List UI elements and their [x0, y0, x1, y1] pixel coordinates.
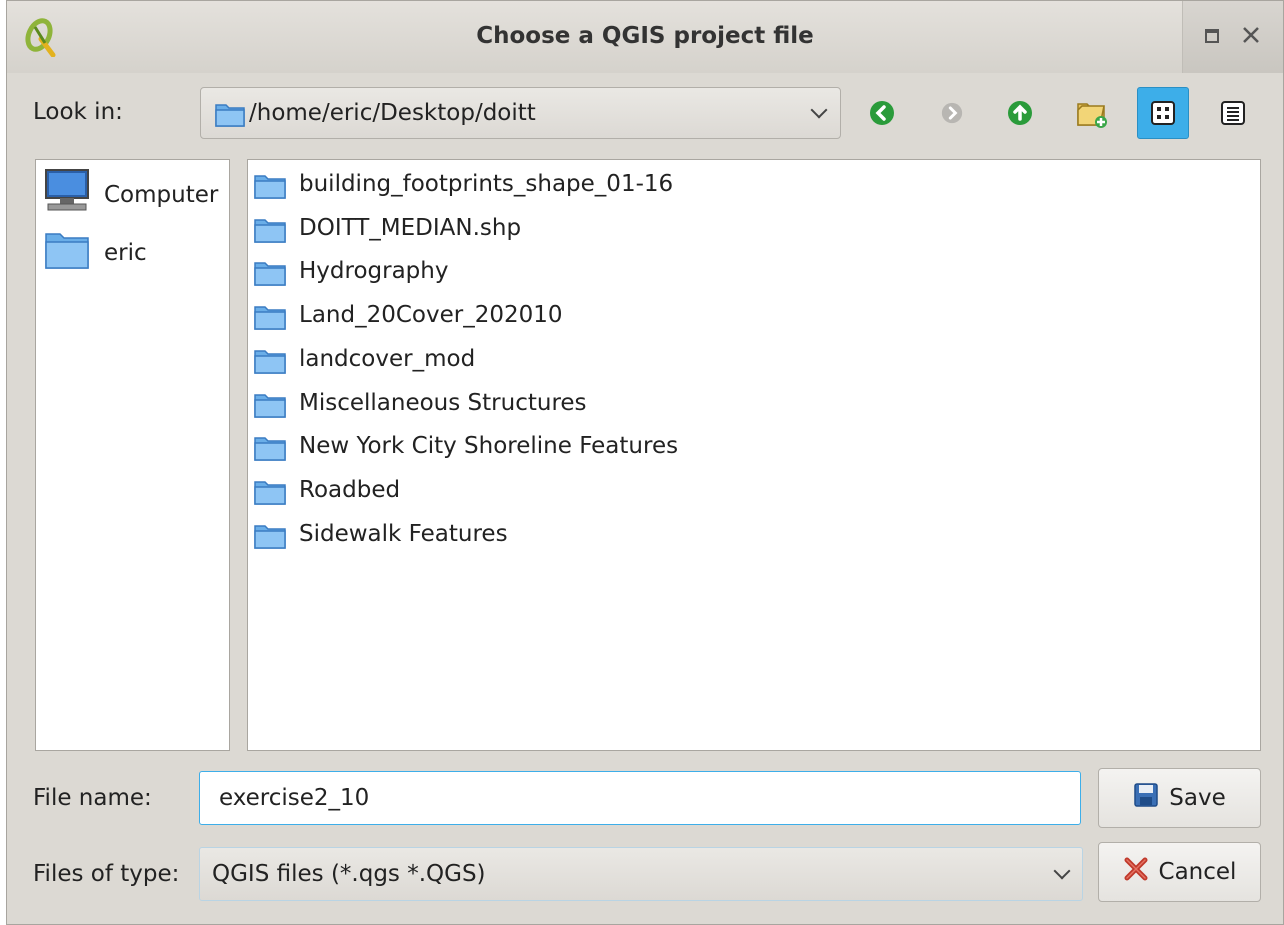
file-list-item[interactable]: Sidewalk Features [254, 515, 1154, 555]
folder-icon [254, 479, 286, 511]
computer-icon [44, 168, 90, 220]
folder-icon [254, 392, 286, 424]
cancel-button[interactable]: Cancel [1098, 842, 1261, 902]
folder-icon [254, 217, 286, 249]
file-type-selected: QGIS files (*.qgs *.QGS) [212, 861, 486, 887]
file-list-item[interactable]: Miscellaneous Structures [254, 384, 1154, 424]
sidebar-item-eric[interactable]: eric [42, 224, 222, 278]
folder-icon [215, 101, 245, 133]
sidebar-item-label: eric [104, 240, 147, 266]
file-name: Sidewalk Features [299, 520, 508, 547]
file-list-item[interactable]: DOITT_MEDIAN.shp [254, 209, 1154, 249]
file-list-item[interactable]: New York City Shoreline Features [254, 427, 1154, 467]
forward-button[interactable] [926, 87, 978, 139]
file-list-item[interactable]: Hydrography [254, 252, 1154, 292]
icon-view-button[interactable] [1137, 87, 1189, 139]
close-icon[interactable] [1241, 23, 1261, 51]
arrow-left-icon [870, 101, 894, 125]
file-name: Roadbed [299, 476, 401, 503]
look-in-path: /home/eric/Desktop/doitt [249, 100, 536, 126]
file-name-label: File name: [33, 785, 152, 811]
save-button[interactable]: Save [1098, 768, 1261, 828]
folder-icon [254, 435, 286, 467]
file-name: Land_20Cover_202010 [299, 302, 563, 329]
cancel-icon [1123, 856, 1149, 888]
window-title: Choose a QGIS project file [476, 23, 814, 49]
file-type-label: Files of type: [33, 861, 180, 887]
save-button-label: Save [1169, 785, 1226, 811]
file-list-item[interactable]: Roadbed [254, 471, 1154, 511]
chevron-down-icon [1053, 862, 1071, 880]
file-list-item[interactable]: building_footprints_shape_01-16 [254, 165, 1154, 205]
look-in-combo[interactable]: /home/eric/Desktop/doitt [200, 87, 841, 139]
chevron-down-icon [810, 101, 828, 119]
file-dialog: Choose a QGIS project file Look in: /hom… [6, 0, 1284, 925]
new-folder-button[interactable] [1066, 87, 1118, 139]
folder-icon [254, 304, 286, 336]
folder-icon [44, 228, 90, 276]
file-list-item[interactable]: landcover_mod [254, 340, 1154, 380]
maximize-icon[interactable] [1203, 23, 1221, 51]
new-folder-icon [1077, 103, 1107, 128]
folder-icon [254, 173, 286, 205]
file-name-input[interactable] [199, 771, 1081, 825]
file-list-item[interactable]: Land_20Cover_202010 [254, 296, 1154, 336]
folder-icon [254, 523, 286, 555]
detail-view-icon [1221, 101, 1245, 125]
back-button[interactable] [856, 87, 908, 139]
file-type-combo[interactable]: QGIS files (*.qgs *.QGS) [199, 847, 1083, 901]
save-icon [1133, 782, 1159, 814]
places-sidebar: Computer eric [35, 159, 230, 751]
file-name: New York City Shoreline Features [299, 433, 679, 460]
arrow-right-icon [941, 102, 963, 124]
icon-view-icon [1151, 101, 1175, 125]
window-controls [1182, 1, 1283, 73]
sidebar-item-label: Computer [104, 182, 219, 208]
cancel-button-label: Cancel [1158, 859, 1237, 885]
sidebar-item-computer[interactable]: Computer [42, 166, 222, 220]
file-name: Miscellaneous Structures [299, 389, 587, 416]
title-bar: Choose a QGIS project file [7, 1, 1283, 73]
folder-icon [254, 348, 286, 380]
folder-icon [254, 260, 286, 292]
file-name: DOITT_MEDIAN.shp [299, 214, 522, 241]
file-name: landcover_mod [299, 345, 476, 372]
arrow-up-icon [1008, 101, 1032, 125]
parent-directory-button[interactable] [994, 87, 1046, 139]
look-in-label: Look in: [33, 99, 123, 125]
file-name: building_footprints_shape_01-16 [299, 171, 674, 197]
detail-view-button[interactable] [1207, 87, 1259, 139]
file-name: Hydrography [299, 258, 449, 285]
file-list: building_footprints_shape_01-16 DOITT_MED… [247, 159, 1261, 751]
